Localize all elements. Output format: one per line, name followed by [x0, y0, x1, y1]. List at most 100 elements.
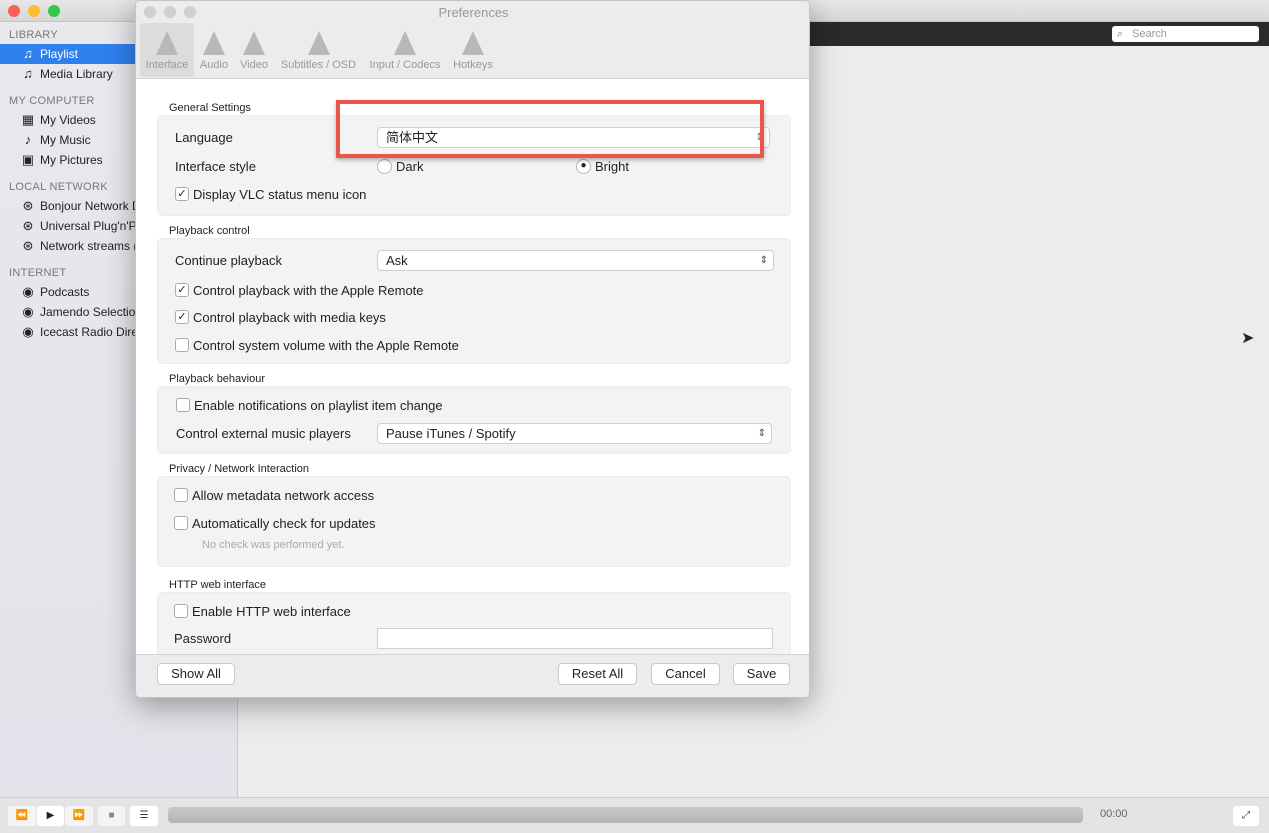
system-volume-checkbox[interactable] [175, 338, 189, 352]
tab-label: Interface [145, 59, 189, 71]
search-icon: ⌕ [1117, 28, 1124, 40]
rewind-button[interactable]: ⏪ [8, 806, 36, 826]
network-icon: ⊛ [22, 218, 34, 233]
vlc-cone-icon [156, 31, 178, 55]
tab-label: Video [240, 59, 268, 71]
picture-icon: ▣ [21, 152, 35, 167]
metadata-label: Allow metadata network access [192, 488, 375, 503]
media-library-icon: ♫ [23, 66, 33, 81]
sidebar-item-label: Bonjour Network D [40, 199, 141, 213]
external-players-value: Pause iTunes / Spotify [386, 426, 516, 441]
sidebar-item-label: Media Library [40, 67, 113, 81]
style-bright-label: Bright [595, 159, 629, 174]
tab-video[interactable]: Video [235, 23, 273, 77]
music-note-icon: ♪ [24, 132, 32, 147]
http-enable-label: Enable HTTP web interface [192, 604, 351, 619]
language-label: Language [175, 130, 233, 145]
notifications-label: Enable notifications on playlist item ch… [194, 398, 443, 413]
sidebar-item-label: Jamendo Selection [40, 305, 143, 319]
media-keys-label: Control playback with media keys [193, 310, 386, 325]
hotkeys-cone-icon [462, 31, 484, 55]
password-input[interactable] [377, 628, 773, 649]
close-window-button[interactable] [8, 5, 20, 17]
continue-playback-value: Ask [386, 253, 408, 268]
playlist-icon: ♫ [23, 46, 33, 61]
play-button[interactable]: ▶ [37, 806, 64, 826]
save-button[interactable]: Save [733, 663, 790, 685]
fullscreen-icon: ⤢ [1242, 810, 1250, 821]
search-input[interactable]: ⌕ Search [1112, 26, 1259, 42]
updates-checkbox[interactable] [174, 516, 188, 530]
tab-audio[interactable]: Audio [196, 23, 232, 77]
film-cone-icon [243, 31, 265, 55]
film-icon: ▦ [21, 112, 35, 127]
sidebar-section-internet: INTERNET [9, 267, 67, 279]
external-players-label: Control external music players [176, 426, 351, 441]
continue-playback-label: Continue playback [175, 253, 282, 268]
http-heading: HTTP web interface [169, 579, 267, 591]
http-enable-checkbox[interactable] [174, 604, 188, 618]
tab-interface[interactable]: Interface [140, 23, 194, 77]
playback-behaviour-heading: Playback behaviour [169, 373, 266, 385]
minimize-window-button[interactable] [28, 5, 40, 17]
status-icon-checkbox[interactable]: ✓ [175, 187, 189, 201]
general-settings-heading: General Settings [169, 102, 251, 114]
sidebar-item-label: My Pictures [40, 153, 103, 167]
search-placeholder: Search [1132, 28, 1167, 40]
tab-hotkeys[interactable]: Hotkeys [448, 23, 498, 77]
sidebar-item-playlist[interactable]: ♫ Playlist [0, 44, 136, 64]
preferences-window: Preferences Interface Audio Video Subtit… [135, 0, 810, 698]
show-all-button[interactable]: Show All [157, 663, 235, 685]
sidebar-section-library: LIBRARY [9, 29, 58, 41]
notifications-checkbox[interactable] [176, 398, 190, 412]
sidebar-item-label: Icecast Radio Dire [40, 325, 139, 339]
tab-label: Audio [199, 59, 229, 71]
style-dark-radio[interactable] [377, 159, 392, 174]
reset-all-button[interactable]: Reset All [558, 663, 637, 685]
network-icon: ⊛ [22, 198, 34, 213]
forward-button[interactable]: ⏩ [65, 806, 93, 826]
stop-icon: ■ [108, 810, 115, 821]
zoom-window-button[interactable] [48, 5, 60, 17]
tab-input-codecs[interactable]: Input / Codecs [364, 23, 446, 77]
sidebar-section-my-computer: MY COMPUTER [9, 95, 95, 107]
podcast-icon: ◉ [22, 324, 34, 339]
tab-label: Subtitles / OSD [280, 59, 357, 71]
cancel-button[interactable]: Cancel [651, 663, 720, 685]
interface-style-label: Interface style [175, 159, 256, 174]
sidebar-item-label: Network streams ( [40, 239, 138, 253]
preferences-title: Preferences [438, 5, 509, 20]
continue-playback-select[interactable]: Ask ⇕ [377, 250, 774, 271]
time-display: 00:00 [1100, 808, 1128, 820]
stop-button[interactable]: ■ [98, 806, 125, 826]
apple-remote-checkbox[interactable]: ✓ [175, 283, 189, 297]
tab-subtitles-osd[interactable]: Subtitles / OSD [276, 23, 361, 77]
privacy-heading: Privacy / Network Interaction [169, 463, 309, 475]
style-bright-radio[interactable]: ● [576, 159, 591, 174]
rewind-icon: ⏪ [15, 810, 29, 821]
password-label: Password [174, 631, 232, 646]
forward-icon: ⏩ [72, 810, 86, 821]
status-icon-label: Display VLC status menu icon [193, 187, 367, 202]
tab-label: Hotkeys [453, 59, 493, 71]
metadata-checkbox[interactable] [174, 488, 188, 502]
codecs-cone-icon [394, 31, 416, 55]
apple-remote-label: Control playback with the Apple Remote [193, 283, 424, 298]
progress-slider[interactable] [168, 807, 1083, 823]
podcast-icon: ◉ [22, 284, 34, 299]
sidebar-section-local-network: LOCAL NETWORK [9, 181, 108, 193]
podcast-icon: ◉ [22, 304, 34, 319]
updates-label: Automatically check for updates [192, 516, 376, 531]
media-keys-checkbox[interactable]: ✓ [175, 310, 189, 324]
fullscreen-button[interactable]: ⤢ [1233, 806, 1259, 826]
headphones-cone-icon [203, 31, 225, 55]
sidebar-item-label: Playlist [40, 47, 79, 61]
chevron-updown-icon: ⇕ [757, 428, 766, 439]
playback-control-heading: Playback control [169, 225, 250, 237]
sidebar-item-label: Universal Plug'n'P [40, 219, 137, 233]
playlist-toggle-button[interactable]: ☰ [130, 806, 158, 826]
play-icon: ▶ [46, 810, 55, 821]
style-dark-label: Dark [396, 159, 424, 174]
tab-label: Input / Codecs [369, 59, 441, 71]
external-players-select[interactable]: Pause iTunes / Spotify ⇕ [377, 423, 772, 444]
